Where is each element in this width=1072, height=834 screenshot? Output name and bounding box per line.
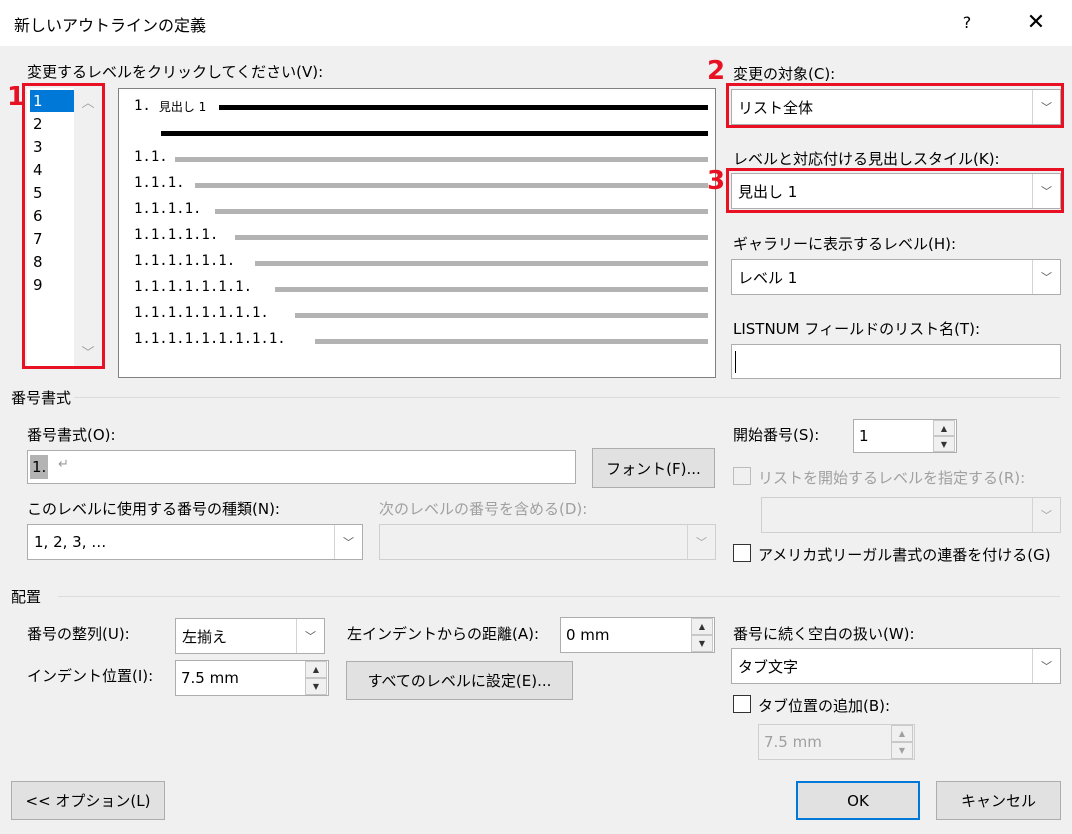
preview-heading-number: 1. <box>134 98 151 114</box>
set-for-all-levels-button[interactable]: すべてのレベルに設定(E)... <box>346 661 573 700</box>
highlight-box-1 <box>22 83 105 369</box>
spin-down-icon[interactable]: ▼ <box>691 635 713 652</box>
preview-row-line <box>235 235 708 240</box>
section-divider <box>58 596 1060 597</box>
annotation-number-3: 3 <box>707 166 726 196</box>
gallery-level-dropdown[interactable]: レベル 1 ﹀ <box>731 259 1061 295</box>
restart-level-checkbox[interactable] <box>733 467 751 485</box>
font-button[interactable]: フォント(F)... <box>592 448 715 488</box>
listnum-input[interactable] <box>731 344 1061 379</box>
follow-number-dropdown[interactable]: タブ文字 ﹀ <box>731 648 1061 684</box>
annotation-number-2: 2 <box>707 56 726 86</box>
level-list-label: 変更するレベルをクリックしてください(V): <box>27 63 324 81</box>
help-button[interactable]: ? <box>950 8 984 38</box>
chevron-down-icon[interactable]: ﹀ <box>1032 649 1060 683</box>
alignment-value: 左揃え <box>182 627 228 646</box>
spin-up-icon[interactable]: ▲ <box>891 725 913 742</box>
chevron-down-icon[interactable]: ﹀ <box>687 525 715 559</box>
chevron-down-icon[interactable]: ﹀ <box>1032 498 1060 532</box>
chevron-down-icon[interactable]: ﹀ <box>334 525 362 559</box>
link-style-label: レベルと対応付ける見出しスタイル(K): <box>733 150 1000 168</box>
highlight-box-2 <box>726 83 1064 128</box>
start-at-spinner[interactable]: 1 ▲ ▼ <box>853 419 957 453</box>
tab-stop-value: 7.5 mm <box>764 733 822 751</box>
number-style-dropdown[interactable]: 1, 2, 3, … ﹀ <box>27 524 363 560</box>
start-at-label: 開始番号(S): <box>733 426 820 444</box>
number-format-label: 番号書式(O): <box>27 426 116 444</box>
aligned-at-value: 0 mm <box>566 626 610 644</box>
legal-numbering-label: アメリカ式リーガル書式の連番を付ける(G) <box>758 546 1051 564</box>
preview-row-line <box>315 339 708 344</box>
spin-down-icon[interactable]: ▼ <box>933 436 955 452</box>
annotation-number-1: 1 <box>7 82 26 112</box>
spin-up-icon[interactable]: ▲ <box>305 661 327 678</box>
number-format-field-code: 1. <box>30 455 49 479</box>
preview-row-label: 1.1.1.1.1. <box>134 227 219 243</box>
preview-row-label: 1.1.1.1.1.1.1. <box>134 279 253 295</box>
indent-at-label: インデント位置(I): <box>27 667 154 685</box>
preview-row-line <box>295 313 708 318</box>
preview-row-line <box>195 183 708 188</box>
preview-row-label: 1.1.1. <box>134 175 185 191</box>
include-level-dropdown[interactable]: ﹀ <box>379 524 716 560</box>
spin-down-icon[interactable]: ▼ <box>891 742 913 759</box>
spin-up-icon[interactable]: ▲ <box>933 420 955 436</box>
preview-heading: 1. 見出し 1 <box>134 96 206 116</box>
preview-row-label: 1.1.1.1.1.1.1.1. <box>134 305 269 321</box>
start-at-value: 1 <box>859 427 869 445</box>
add-tab-stop-checkbox[interactable] <box>733 695 751 713</box>
section-position: 配置 <box>11 588 42 606</box>
paragraph-mark-icon: ↵ <box>58 457 69 472</box>
alignment-dropdown[interactable]: 左揃え ﹀ <box>175 618 325 654</box>
restart-level-label: リストを開始するレベルを指定する(R): <box>758 469 1026 487</box>
spin-down-icon[interactable]: ▼ <box>305 678 327 695</box>
preview-row-label: 1.1. <box>134 149 168 165</box>
preview-row-line <box>275 287 708 292</box>
cancel-button[interactable]: キャンセル <box>936 781 1061 820</box>
include-level-label: 次のレベルの番号を含める(D): <box>379 500 588 518</box>
preview-row-line <box>175 157 708 162</box>
chevron-down-icon[interactable]: ﹀ <box>296 619 324 653</box>
aligned-at-label: 左インデントからの距離(A): <box>347 625 540 643</box>
highlight-box-3 <box>726 168 1064 213</box>
restart-level-dropdown[interactable]: ﹀ <box>761 497 1061 533</box>
chevron-down-icon[interactable]: ﹀ <box>1032 260 1060 294</box>
dialog-title: 新しいアウトラインの定義 <box>14 16 207 35</box>
preview-row-label: 1.1.1.1.1.1. <box>134 253 236 269</box>
text-cursor <box>735 351 736 373</box>
apply-to-label: 変更の対象(C): <box>733 65 836 83</box>
section-number-format: 番号書式 <box>11 389 72 407</box>
preview-heading-text: 見出し 1 <box>158 99 207 114</box>
tab-stop-spinner[interactable]: 7.5 mm ▲ ▼ <box>758 724 915 760</box>
alignment-label: 番号の整列(U): <box>27 625 130 643</box>
number-format-input[interactable]: 1. ↵ <box>27 450 576 484</box>
section-divider <box>74 397 1060 398</box>
gallery-level-label: ギャラリーに表示するレベル(H): <box>733 235 957 253</box>
preview-row-line <box>215 209 708 214</box>
aligned-at-spinner[interactable]: 0 mm ▲ ▼ <box>560 617 715 653</box>
ok-button[interactable]: OK <box>796 781 920 820</box>
options-button[interactable]: << オプション(L) <box>11 781 165 820</box>
gallery-level-value: レベル 1 <box>738 268 798 287</box>
preview-row-label: 1.1.1.1. <box>134 201 202 217</box>
preview-heading-line <box>219 105 708 110</box>
legal-numbering-checkbox[interactable] <box>733 544 751 562</box>
follow-number-value: タブ文字 <box>738 657 799 676</box>
preview-row-line <box>255 261 708 266</box>
number-style-label: このレベルに使用する番号の種類(N): <box>27 500 280 518</box>
spin-up-icon[interactable]: ▲ <box>691 618 713 635</box>
indent-at-spinner[interactable]: 7.5 mm ▲ ▼ <box>175 660 329 696</box>
follow-number-label: 番号に続く空白の扱い(W): <box>733 625 915 643</box>
preview-heading-line-2 <box>161 131 708 136</box>
add-tab-stop-label: タブ位置の追加(B): <box>758 697 891 715</box>
outline-preview: 1. 見出し 1 1.1. 1.1.1. 1.1.1.1. 1.1.1.1.1. 1.1… <box>118 88 716 378</box>
indent-at-value: 7.5 mm <box>181 669 239 687</box>
preview-row-label: 1.1.1.1.1.1.1.1.1. <box>134 331 286 347</box>
number-style-value: 1, 2, 3, … <box>34 533 107 551</box>
close-button[interactable]: ✕ <box>1018 6 1054 40</box>
listnum-label: LISTNUM フィールドのリスト名(T): <box>733 320 980 338</box>
